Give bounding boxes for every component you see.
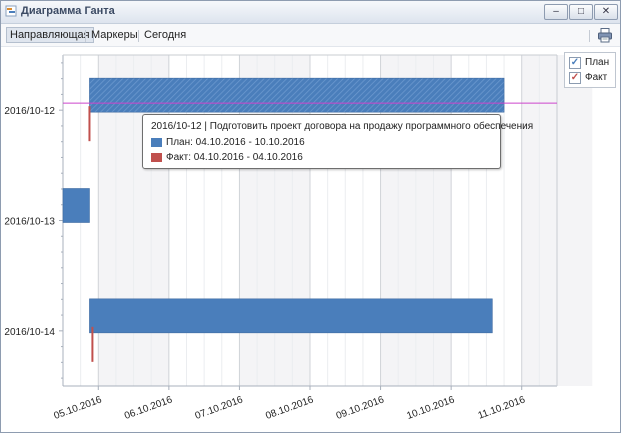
fact-checkbox[interactable]: ✓ [569, 72, 581, 84]
y-tick-label: 2016/10-13 [4, 217, 55, 228]
x-tick-label: 08.10.2016 [264, 394, 315, 422]
legend-label-fact: Факт [585, 72, 608, 83]
toolbar-separator [85, 30, 86, 42]
title-bar[interactable]: Диаграмма Ганта – □ ✕ [1, 1, 620, 24]
plan-bar [89, 77, 505, 113]
gantt-window: Диаграмма Ганта – □ ✕ Направляющая Марке… [0, 0, 621, 433]
legend-label-plan: План [585, 57, 610, 68]
x-tick-label: 10.10.2016 [405, 394, 456, 422]
toolbar-separator [589, 30, 590, 42]
x-tick-label: 07.10.2016 [194, 394, 245, 422]
fact-bar [88, 106, 91, 142]
x-tick-label: 06.10.2016 [123, 394, 174, 422]
window-title: Диаграмма Ганта [21, 5, 115, 17]
close-button[interactable]: ✕ [594, 4, 618, 20]
plan-bar [62, 188, 90, 223]
task-tooltip: 2016/10-12 | Подготовить проект договора… [142, 114, 533, 169]
tooltip-plan-text: План: 04.10.2016 - 10.10.2016 [166, 137, 305, 148]
gantt-chart[interactable]: 2016/10-12 2016/10-13 2016/10-14 05.10.2016… [1, 47, 620, 432]
x-tick-label: 11.10.2016 [477, 394, 528, 421]
plan-bar [89, 298, 493, 334]
y-tick-label: 2016/10-14 [4, 327, 55, 338]
tooltip-title: 2016/10-12 | Подготовить проект договора… [151, 121, 534, 132]
fact-swatch [151, 152, 162, 162]
x-tick-label: 09.10.2016 [335, 394, 386, 422]
toolbar-separator [138, 30, 139, 42]
x-tick-label: 05.10.2016 [53, 394, 104, 422]
maximize-button[interactable]: □ [569, 4, 593, 20]
tooltip-fact-row: Факт: 04.10.2016 - 04.10.2016 [151, 152, 303, 164]
markers-button[interactable]: Маркеры [88, 27, 141, 43]
today-button[interactable]: Сегодня [141, 27, 189, 43]
plan-checkbox[interactable]: ✓ [569, 57, 581, 69]
tooltip-plan-row: План: 04.10.2016 - 10.10.2016 [151, 137, 305, 149]
fact-bar [91, 326, 94, 362]
gantt-app-icon [5, 5, 17, 17]
toolbar: Направляющая Маркеры Сегодня [1, 24, 620, 47]
printer-icon[interactable] [597, 27, 613, 43]
plan-swatch [151, 137, 162, 147]
y-tick-label: 2016/10-12 [4, 106, 55, 117]
tooltip-fact-text: Факт: 04.10.2016 - 04.10.2016 [166, 152, 303, 163]
minimize-button[interactable]: – [544, 4, 568, 20]
legend: ✓ План ✓ Факт [564, 52, 616, 88]
guide-button[interactable]: Направляющая [6, 27, 94, 43]
